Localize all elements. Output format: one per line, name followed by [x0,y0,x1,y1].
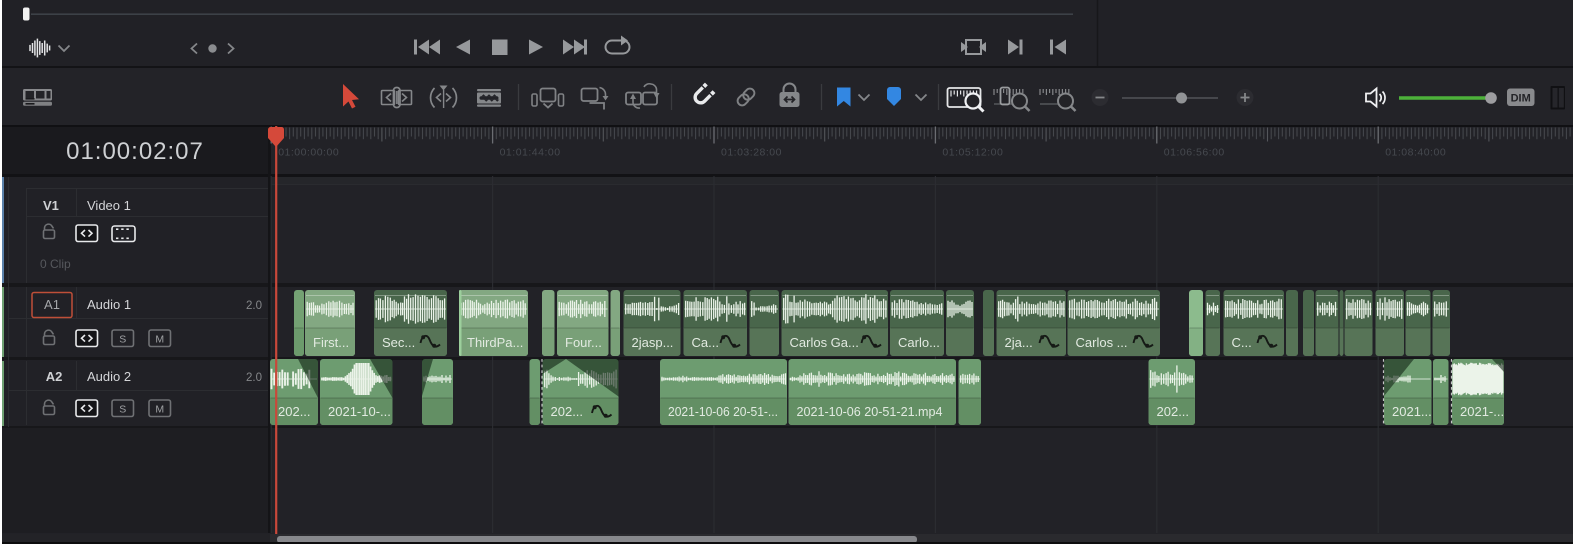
svg-text:M: M [155,404,164,416]
svg-text:2.0: 2.0 [246,372,262,384]
svg-text:A1: A1 [44,297,60,312]
svg-text:0 Clip: 0 Clip [40,257,71,271]
svg-text:S: S [119,334,126,346]
svg-text:V1: V1 [43,198,59,213]
svg-text:2.0: 2.0 [246,300,262,312]
svg-text:M: M [155,334,164,346]
svg-text:Audio 2: Audio 2 [87,369,131,384]
svg-text:Audio 1: Audio 1 [87,297,131,312]
svg-text:A2: A2 [46,369,63,384]
svg-text:S: S [119,404,126,416]
svg-text:Video 1: Video 1 [87,198,131,213]
